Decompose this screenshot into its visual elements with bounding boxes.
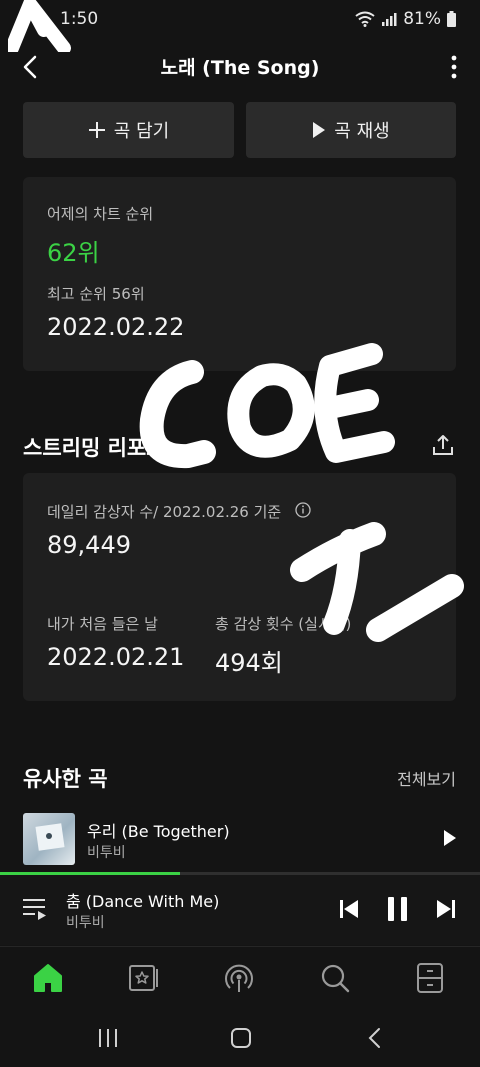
daily-listeners-value: 89,449	[47, 531, 131, 559]
yesterday-rank-value: 62위	[47, 239, 100, 267]
best-rank-label: 최고 순위 56위	[47, 285, 145, 303]
share-icon[interactable]	[431, 433, 455, 457]
album-art	[23, 813, 75, 865]
add-song-label: 곡 담기	[113, 121, 170, 142]
battery-percent: 81%	[403, 9, 441, 29]
battery-icon	[447, 11, 456, 27]
status-indicators: 81%	[355, 9, 456, 29]
system-back-icon[interactable]	[367, 1027, 383, 1049]
status-time: 1:50	[60, 9, 99, 29]
chart-rank-card: 어제의 차트 순위 62위 최고 순위 56위 2022.02.22	[23, 177, 456, 371]
home-icon[interactable]	[31, 961, 65, 995]
top-app-bar: 노래 (The Song)	[0, 44, 480, 90]
more-options-icon[interactable]	[448, 52, 460, 82]
similar-songs-title: 유사한 곡	[23, 767, 108, 791]
now-playing-artist: 비투비	[66, 915, 105, 931]
next-icon[interactable]	[436, 898, 456, 920]
previous-icon[interactable]	[339, 898, 359, 920]
status-bar: 1:50 81%	[0, 0, 480, 40]
wifi-icon	[355, 11, 375, 27]
home-button-icon[interactable]	[230, 1027, 252, 1049]
first-listen-label: 내가 처음 들은 날	[47, 615, 158, 633]
song-title: 우리 (Be Together)	[87, 822, 230, 841]
plus-icon	[88, 122, 105, 138]
search-icon[interactable]	[318, 961, 352, 995]
storage-icon[interactable]	[413, 961, 447, 995]
system-navigation-bar	[0, 1008, 480, 1067]
bottom-navigation	[0, 946, 480, 1009]
mini-player[interactable]: 춤 (Dance With Me) 비투비	[0, 875, 480, 945]
podcast-icon[interactable]	[222, 961, 256, 995]
play-song-button[interactable]: 곡 재생	[246, 102, 456, 158]
yesterday-rank-label: 어제의 차트 순위	[47, 205, 154, 223]
signal-icon	[382, 13, 397, 26]
song-artist: 비투비	[87, 845, 126, 861]
best-rank-date: 2022.02.22	[47, 313, 185, 341]
total-plays-label: 총 감상 횟수 (실시간)	[215, 615, 352, 633]
add-song-button[interactable]: 곡 담기	[23, 102, 234, 158]
list-item[interactable]: 우리 (Be Together) 비투비	[0, 808, 480, 868]
play-icon[interactable]	[443, 829, 457, 847]
total-plays-value: 494회	[215, 649, 283, 677]
pause-icon[interactable]	[386, 896, 410, 922]
first-listen-value: 2022.02.21	[47, 643, 185, 671]
streaming-report-card: 데일리 감상자 수/ 2022.02.26 기준 89,449 내가 처음 들은…	[23, 473, 456, 701]
page-title: 노래 (The Song)	[160, 57, 320, 79]
library-icon[interactable]	[127, 961, 161, 995]
playlist-icon[interactable]	[22, 897, 48, 921]
streaming-report-title: 스트리밍 리포트	[23, 436, 166, 460]
recent-apps-icon[interactable]	[97, 1028, 119, 1048]
see-all-link[interactable]: 전체보기	[397, 766, 456, 790]
daily-listeners-label: 데일리 감상자 수/ 2022.02.26 기준	[47, 503, 282, 521]
now-playing-title: 춤 (Dance With Me)	[66, 892, 220, 911]
info-icon[interactable]	[295, 502, 311, 518]
play-song-label: 곡 재생	[334, 121, 390, 142]
play-icon	[313, 122, 326, 138]
